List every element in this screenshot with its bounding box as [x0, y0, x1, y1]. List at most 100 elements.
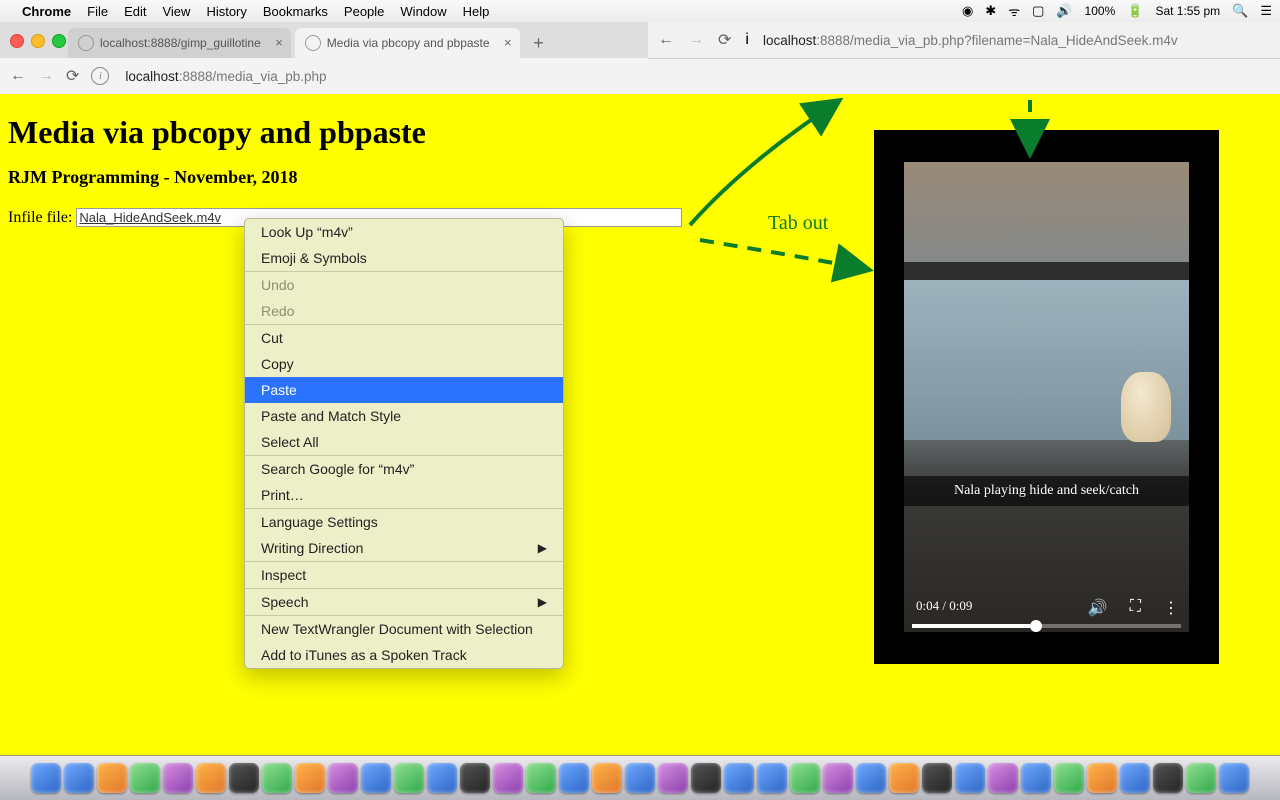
ctx-textwrangler[interactable]: New TextWrangler Document with Selection: [245, 616, 563, 642]
more-options-icon[interactable]: ⋮: [1163, 598, 1179, 618]
menubar-people[interactable]: People: [344, 4, 384, 19]
dock-app-icon[interactable]: [757, 763, 787, 793]
macos-menubar: Chrome File Edit View History Bookmarks …: [0, 0, 1280, 23]
dock-app-icon[interactable]: [130, 763, 160, 793]
ctx-paste[interactable]: Paste: [245, 377, 563, 403]
menubar-history[interactable]: History: [206, 4, 246, 19]
ctx-inspect[interactable]: Inspect: [245, 562, 563, 588]
menubar-view[interactable]: View: [162, 4, 190, 19]
dock-app-icon[interactable]: [1219, 763, 1249, 793]
macos-dock: [0, 755, 1280, 800]
dock-app-icon[interactable]: [295, 763, 325, 793]
dock-app-icon[interactable]: [724, 763, 754, 793]
close-tab-icon[interactable]: ×: [504, 35, 512, 50]
ctx-select-all[interactable]: Select All: [245, 429, 563, 455]
dock-app-icon[interactable]: [64, 763, 94, 793]
dock-app-icon[interactable]: [1054, 763, 1084, 793]
dock-app-icon[interactable]: [691, 763, 721, 793]
menubar-bookmarks[interactable]: Bookmarks: [263, 4, 328, 19]
ctx-copy[interactable]: Copy: [245, 351, 563, 377]
back-button[interactable]: ←: [658, 31, 674, 49]
video-player[interactable]: Nala playing hide and seek/catch 0:04 / …: [874, 130, 1219, 664]
menubar-edit[interactable]: Edit: [124, 4, 146, 19]
dock-app-icon[interactable]: [427, 763, 457, 793]
minimize-window-icon[interactable]: [31, 34, 45, 48]
dock-app-icon[interactable]: [163, 763, 193, 793]
ctx-paste-match[interactable]: Paste and Match Style: [245, 403, 563, 429]
ctx-writing-direction[interactable]: Writing Direction▶: [245, 535, 563, 561]
status-record-icon[interactable]: ◉: [962, 3, 973, 19]
dock-app-icon[interactable]: [229, 763, 259, 793]
dock-app-icon[interactable]: [1153, 763, 1183, 793]
spotlight-icon[interactable]: 🔍: [1232, 3, 1248, 19]
menubar-app[interactable]: Chrome: [22, 4, 71, 19]
favicon-icon: [78, 35, 94, 51]
menubar-window[interactable]: Window: [400, 4, 446, 19]
zoom-window-icon[interactable]: [52, 34, 66, 48]
volume-icon[interactable]: 🔊: [1088, 598, 1108, 618]
video-progress-bar[interactable]: [912, 624, 1181, 628]
dock-app-icon[interactable]: [1087, 763, 1117, 793]
dock-app-icon[interactable]: [526, 763, 556, 793]
dock-app-icon[interactable]: [592, 763, 622, 793]
reload-button[interactable]: ⟳: [718, 30, 731, 50]
video-progress-knob[interactable]: [1030, 620, 1042, 632]
fullscreen-icon[interactable]: ⛶: [1130, 598, 1141, 618]
airplay-icon[interactable]: ▢: [1032, 3, 1044, 19]
ctx-lookup[interactable]: Look Up “m4v”: [245, 219, 563, 245]
dock-app-icon[interactable]: [790, 763, 820, 793]
menubar-file[interactable]: File: [87, 4, 108, 19]
site-info-icon[interactable]: i: [91, 67, 109, 85]
dock-app-icon[interactable]: [955, 763, 985, 793]
ctx-itunes-spoken[interactable]: Add to iTunes as a Spoken Track: [245, 642, 563, 668]
close-tab-icon[interactable]: ×: [275, 35, 283, 50]
reload-button[interactable]: ⟳: [66, 66, 79, 86]
dock-app-icon[interactable]: [856, 763, 886, 793]
dock-app-icon[interactable]: [460, 763, 490, 793]
ctx-search-google[interactable]: Search Google for “m4v”: [245, 456, 563, 482]
forward-button[interactable]: →: [688, 31, 704, 49]
dock-app-icon[interactable]: [988, 763, 1018, 793]
wifi-icon[interactable]: ᯤ: [1008, 2, 1020, 20]
dock-app-icon[interactable]: [625, 763, 655, 793]
ctx-cut[interactable]: Cut: [245, 325, 563, 351]
ctx-language[interactable]: Language Settings: [245, 509, 563, 535]
dock-app-icon[interactable]: [658, 763, 688, 793]
dock-app-icon[interactable]: [97, 763, 127, 793]
dock-app-icon[interactable]: [394, 763, 424, 793]
dock-app-icon[interactable]: [1021, 763, 1051, 793]
ctx-redo: Redo: [245, 298, 563, 324]
ctx-print[interactable]: Print…: [245, 482, 563, 508]
ctx-speech[interactable]: Speech▶: [245, 589, 563, 615]
video-frame: Nala playing hide and seek/catch 0:04 / …: [904, 162, 1189, 632]
dock-app-icon[interactable]: [922, 763, 952, 793]
menubar-clock[interactable]: Sat 1:55 pm: [1155, 4, 1220, 18]
forward-button[interactable]: →: [38, 67, 54, 85]
url-text[interactable]: localhost:8888/media_via_pb.php?filename…: [763, 33, 1178, 48]
dock-app-icon[interactable]: [1186, 763, 1216, 793]
dock-app-icon[interactable]: [196, 763, 226, 793]
dock-app-icon[interactable]: [328, 763, 358, 793]
dock-app-icon[interactable]: [493, 763, 523, 793]
back-button[interactable]: ←: [10, 67, 26, 85]
menu-list-icon[interactable]: ☰: [1260, 3, 1272, 19]
tab-media-pb[interactable]: Media via pbcopy and pbpaste ×: [295, 28, 520, 58]
url-text[interactable]: localhost:8888/media_via_pb.php: [125, 69, 326, 84]
dock-app-icon[interactable]: [31, 763, 61, 793]
tab-gimp-guillotine[interactable]: localhost:8888/gimp_guillotine ×: [68, 28, 291, 58]
video-controls: 0:04 / 0:09 🔊 ⛶ ⋮: [904, 580, 1189, 634]
dock-app-icon[interactable]: [559, 763, 589, 793]
dock-app-icon[interactable]: [823, 763, 853, 793]
new-tab-button[interactable]: +: [526, 30, 552, 56]
menubar-help[interactable]: Help: [463, 4, 490, 19]
dock-app-icon[interactable]: [361, 763, 391, 793]
dock-app-icon[interactable]: [889, 763, 919, 793]
close-window-icon[interactable]: [10, 34, 24, 48]
volume-icon[interactable]: 🔊: [1056, 3, 1072, 19]
site-info-icon[interactable]: i: [745, 31, 749, 49]
submenu-arrow-icon: ▶: [538, 595, 547, 609]
dock-app-icon[interactable]: [262, 763, 292, 793]
status-puzzle-icon[interactable]: ✱: [985, 3, 996, 19]
dock-app-icon[interactable]: [1120, 763, 1150, 793]
ctx-emoji[interactable]: Emoji & Symbols: [245, 245, 563, 271]
